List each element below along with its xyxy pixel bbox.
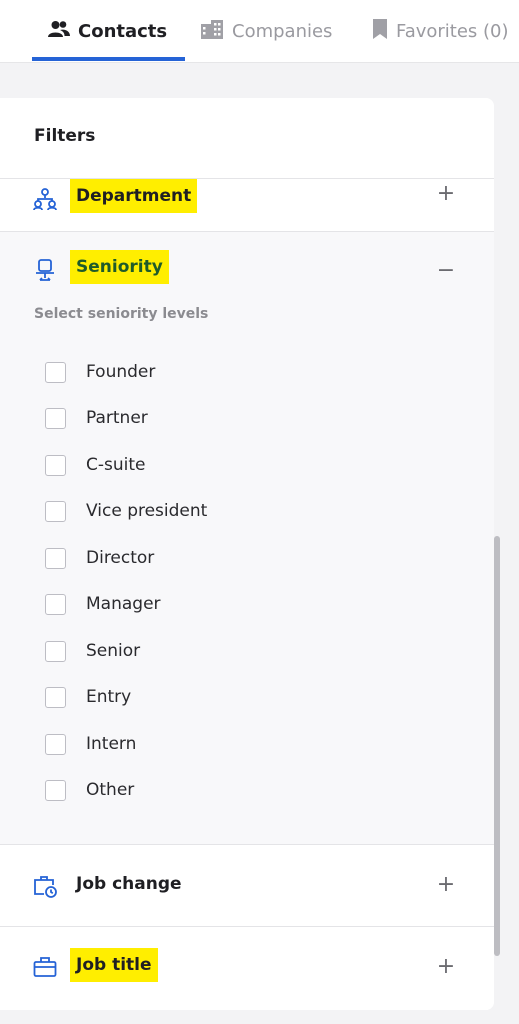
tab-bar: Contacts Companies Favorites (0) [0,0,519,63]
filters-header: Filters [0,98,494,179]
bookmark-icon [372,18,388,45]
checkbox[interactable] [45,686,66,708]
active-tab-indicator [32,57,185,61]
filters-panel: Filters Department + Seniority − Select … [0,98,494,1010]
expand-job-change-button[interactable]: + [434,872,458,897]
seniority-option[interactable]: Intern [45,732,345,756]
checkbox[interactable] [45,593,66,615]
seniority-option[interactable]: Other [45,778,345,802]
seniority-hint: Select seniority levels [34,306,209,322]
filter-label-job-change: Job change [76,874,182,894]
seniority-option[interactable]: C-suite [45,453,345,477]
building-icon [200,19,224,44]
tab-contacts-label: Contacts [78,20,168,42]
filter-section-job-title[interactable]: Job title + [0,927,494,1010]
checkbox[interactable] [45,779,66,801]
tab-contacts[interactable]: Contacts [48,0,167,62]
tab-companies-label: Companies [232,20,333,42]
collapse-seniority-button[interactable]: − [434,258,458,283]
chair-icon [33,258,57,282]
seniority-option[interactable]: Partner [45,406,345,430]
checkbox[interactable] [45,733,66,755]
option-label: Director [86,548,155,568]
filter-label-job-title: Job title [70,948,158,982]
seniority-option[interactable]: Founder [45,360,345,384]
checkbox[interactable] [45,640,66,662]
option-label: Vice president [86,501,208,521]
tab-favorites[interactable]: Favorites (0) [372,0,509,62]
people-icon [48,20,70,43]
option-label: Partner [86,408,148,428]
option-label: Intern [86,734,137,754]
seniority-option[interactable]: Vice president [45,499,345,523]
briefcase-clock-icon [33,874,57,898]
option-label: Senior [86,641,141,661]
filter-section-department[interactable]: Department + [0,179,494,232]
filter-section-job-change[interactable]: Job change + [0,845,494,927]
checkbox[interactable] [45,547,66,569]
filter-section-seniority: Seniority − Select seniority levels Foun… [0,232,494,845]
option-label: C-suite [86,455,146,475]
briefcase-icon [33,955,57,979]
filter-label-seniority[interactable]: Seniority [70,250,169,284]
filters-title: Filters [34,126,96,146]
expand-department-button[interactable]: + [434,181,458,206]
expand-job-title-button[interactable]: + [434,954,458,979]
filter-label-department: Department [70,179,198,213]
tab-companies[interactable]: Companies [200,0,332,62]
checkbox[interactable] [45,454,66,476]
option-label: Manager [86,594,161,614]
checkbox[interactable] [45,500,66,522]
option-label: Other [86,780,135,800]
seniority-option[interactable]: Director [45,546,345,570]
option-label: Entry [86,687,132,707]
checkbox[interactable] [45,361,66,383]
tab-favorites-label: Favorites (0) [396,20,509,42]
checkbox[interactable] [45,407,66,429]
seniority-option[interactable]: Manager [45,592,345,616]
seniority-option[interactable]: Senior [45,639,345,663]
option-label: Founder [86,362,156,382]
scrollbar[interactable] [494,536,500,956]
org-chart-icon [33,187,57,211]
seniority-option[interactable]: Entry [45,685,345,709]
